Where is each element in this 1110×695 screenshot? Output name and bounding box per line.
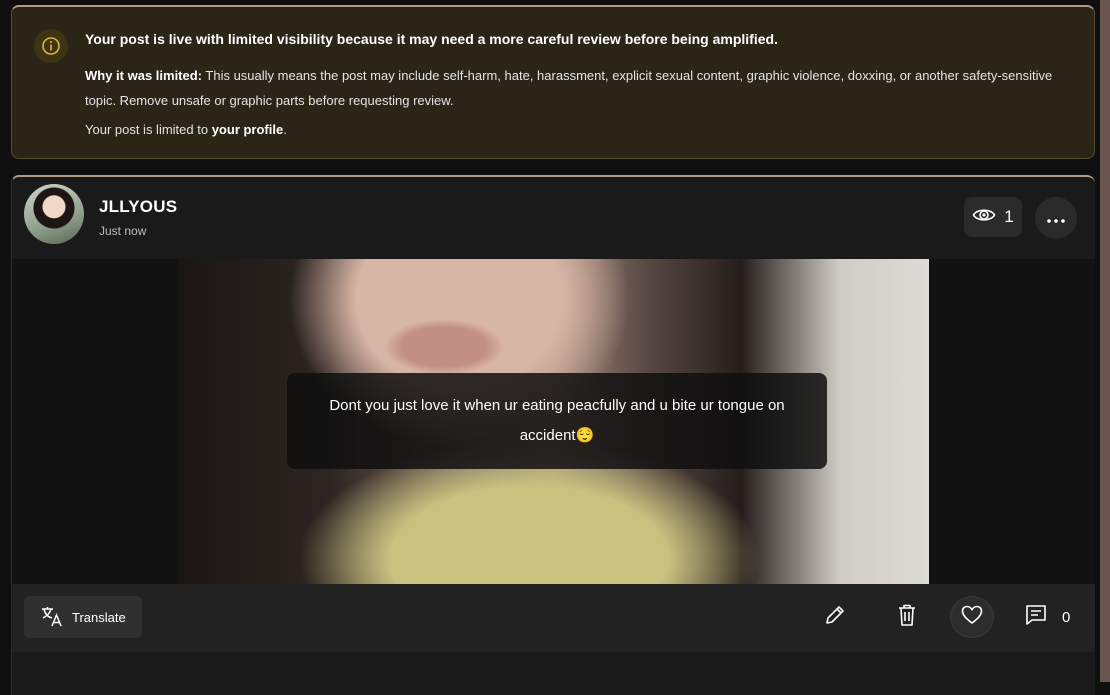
- info-icon: [34, 29, 68, 63]
- limited-target: your profile: [211, 122, 284, 137]
- like-button[interactable]: [950, 596, 994, 638]
- limited-prefix: Your post is limited to: [85, 122, 212, 137]
- page-edge: [1100, 0, 1110, 682]
- views-counter[interactable]: 1: [964, 197, 1022, 237]
- comments-button[interactable]: 0: [1024, 596, 1070, 638]
- post-media: Dont you just love it when ur eating pea…: [12, 259, 1095, 584]
- trash-icon: [896, 603, 918, 632]
- more-horizontal-icon: [1046, 208, 1066, 229]
- post-card: JLLYOUS Just now 1 Dont you just love it…: [11, 175, 1095, 695]
- notice-title: Your post is live with limited visibilit…: [85, 31, 778, 47]
- post-timestamp: Just now: [99, 224, 147, 238]
- limited-suffix: .: [283, 122, 287, 137]
- delete-button[interactable]: [886, 596, 928, 638]
- comment-count: 0: [1062, 608, 1071, 626]
- notice-limited-scope: Your post is limited to your profile.: [85, 122, 1075, 137]
- notice-reason: Why it was limited: This usually means t…: [85, 63, 1075, 113]
- notice-reason-text: This usually means the post may include …: [85, 68, 1053, 108]
- translate-icon: [40, 605, 64, 630]
- notice-reason-label: Why it was limited:: [85, 68, 203, 83]
- comment-icon: [1024, 603, 1048, 631]
- more-options-button[interactable]: [1035, 197, 1077, 239]
- caption-text: Dont you just love it when ur eating pea…: [329, 397, 785, 444]
- edit-button[interactable]: [814, 596, 856, 638]
- views-count: 1: [1004, 207, 1014, 226]
- eye-icon: [972, 206, 996, 229]
- avatar[interactable]: [24, 184, 84, 244]
- pencil-icon: [823, 603, 847, 632]
- limited-visibility-notice: Your post is live with limited visibilit…: [11, 5, 1095, 159]
- username[interactable]: JLLYOUS: [99, 197, 177, 217]
- post-action-bar: Translate 0: [12, 584, 1095, 652]
- translate-button[interactable]: Translate: [24, 596, 142, 638]
- post-caption: Dont you just love it when ur eating pea…: [287, 373, 827, 469]
- translate-label: Translate: [72, 609, 126, 625]
- heart-icon: [961, 605, 983, 630]
